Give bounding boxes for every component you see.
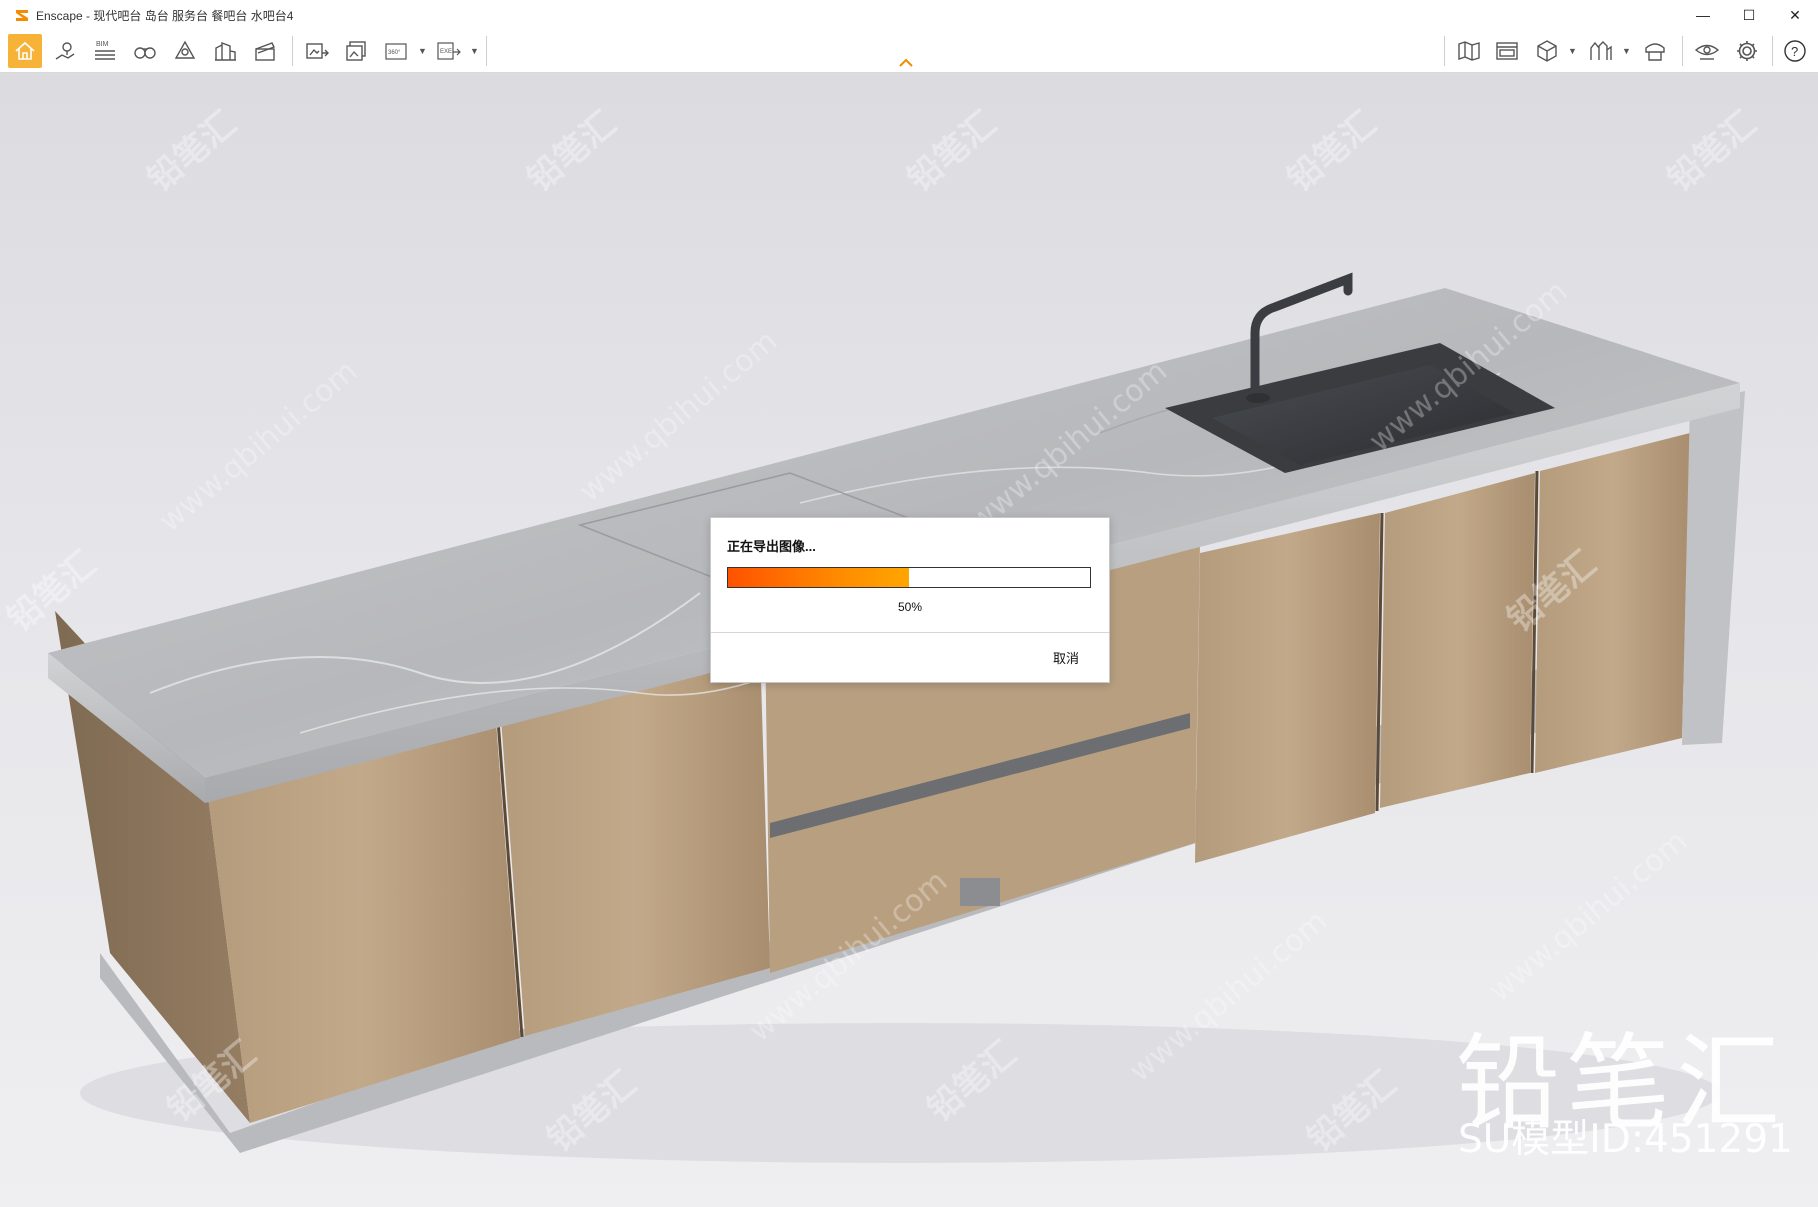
light-view-icon	[174, 40, 196, 59]
location-button[interactable]	[48, 34, 82, 68]
svg-text:EXE: EXE	[440, 49, 452, 55]
skyline-dropdown-caret[interactable]: ▼	[1622, 46, 1631, 56]
cancel-button[interactable]: 取消	[1053, 648, 1079, 667]
batch-render-button[interactable]	[340, 34, 374, 68]
close-icon[interactable]: ✕	[1772, 0, 1818, 30]
panorama-dropdown-caret[interactable]: ▼	[418, 46, 427, 56]
minimize-icon[interactable]: —	[1680, 0, 1726, 30]
asset-library-button[interactable]	[1638, 34, 1672, 68]
export-dropdown-caret[interactable]: ▼	[470, 46, 479, 56]
toolbar-separator	[1444, 36, 1445, 66]
home-icon	[15, 41, 35, 60]
location-pin-icon	[55, 42, 75, 60]
material-editor-icon	[1496, 42, 1518, 60]
video-editor-icon	[255, 42, 275, 61]
skyline-button[interactable]	[1584, 34, 1618, 68]
batch-render-icon	[346, 41, 366, 61]
bim-button[interactable]: BIM	[88, 34, 122, 68]
eye-visual-settings-icon	[1694, 44, 1720, 60]
panorama-button[interactable]: 360°	[380, 34, 414, 68]
bim-icon: BIM	[95, 41, 115, 60]
window-controls: — ☐ ✕	[1680, 0, 1818, 30]
map-icon	[1458, 41, 1480, 61]
material-editor-button[interactable]	[1490, 34, 1524, 68]
cube-view-icon	[1537, 40, 1557, 62]
svg-text:BIM: BIM	[96, 41, 109, 48]
buildings-icon	[215, 41, 236, 61]
enscape-logo-icon	[16, 10, 28, 21]
visual-settings-button[interactable]	[1690, 34, 1724, 68]
binoculars-icon	[134, 47, 156, 59]
dialog-divider	[711, 632, 1109, 633]
model-id-label: SU模型ID:451291	[1458, 1117, 1793, 1162]
panorama-360-icon: 360°	[385, 43, 407, 60]
export-image-icon	[306, 43, 329, 59]
cube-dropdown-caret[interactable]: ▼	[1568, 46, 1577, 56]
progress-bar	[727, 567, 1091, 588]
svg-text:?: ?	[1791, 44, 1798, 59]
window-title: Enscape - 现代吧台 岛台 服务台 餐吧台 水吧台4	[36, 8, 294, 23]
progress-bar-fill	[728, 568, 909, 587]
light-view-button[interactable]	[168, 34, 202, 68]
export-image-button[interactable]	[300, 34, 334, 68]
toolbar-separator	[1682, 36, 1683, 66]
toolbar-separator	[1772, 36, 1773, 66]
skyline-icon	[1590, 41, 1612, 60]
gear-icon	[1737, 41, 1757, 61]
maximize-icon[interactable]: ☐	[1726, 0, 1772, 30]
export-progress-dialog: 正在导出图像... 50% 取消	[710, 517, 1110, 683]
home-button[interactable]	[8, 34, 42, 68]
toolbar-separator	[486, 36, 487, 66]
chevron-up-icon[interactable]	[898, 56, 914, 68]
dialog-title: 正在导出图像...	[727, 539, 816, 554]
settings-button[interactable]	[1730, 34, 1764, 68]
binoculars-button[interactable]	[128, 34, 162, 68]
buildings-button[interactable]	[208, 34, 242, 68]
help-icon: ?	[1784, 40, 1806, 62]
svg-text:360°: 360°	[388, 50, 401, 56]
export-exe-button[interactable]: EXE	[432, 34, 466, 68]
asset-library-icon	[1645, 43, 1665, 61]
progress-percent-label: 50%	[897, 600, 923, 614]
video-editor-button[interactable]	[248, 34, 282, 68]
help-button[interactable]: ?	[1778, 34, 1812, 68]
cube-view-button[interactable]	[1530, 34, 1564, 68]
map-button[interactable]	[1452, 34, 1486, 68]
title-bar: Enscape - 现代吧台 岛台 服务台 餐吧台 水吧台4 — ☐ ✕	[0, 0, 1818, 30]
export-exe-icon: EXE	[437, 42, 461, 60]
toolbar-separator	[292, 36, 293, 66]
